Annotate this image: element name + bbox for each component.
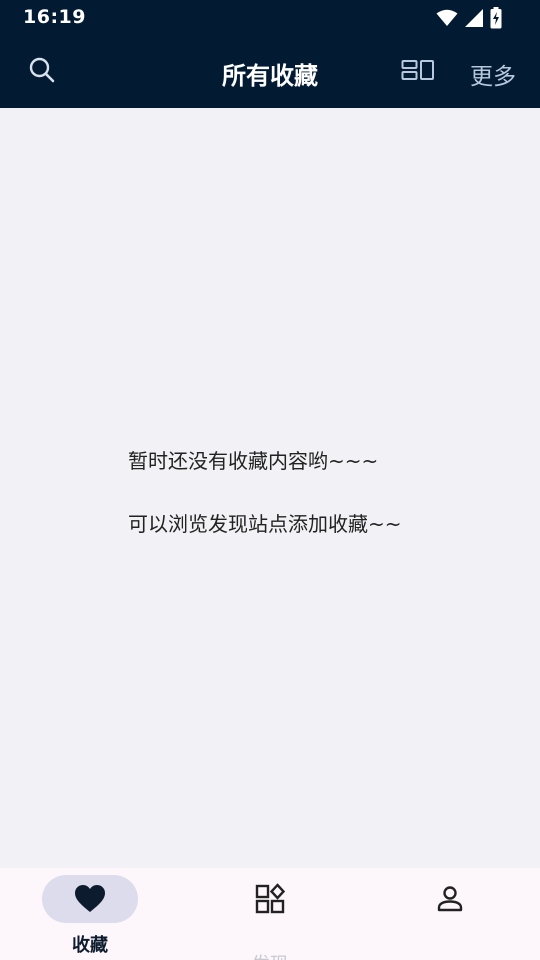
app-screen: 16:19 所有收藏 更多 暂时还没有收藏内容哟~~~ 可以浏览发现站点添加收藏… [0, 0, 540, 960]
nav-item-profile[interactable] [360, 868, 540, 960]
empty-message-line-1: 暂时还没有收藏内容哟~~~ [128, 449, 379, 473]
apps-icon [252, 881, 288, 917]
layout-toggle-icon [401, 59, 435, 85]
more-button[interactable]: 更多 [462, 57, 524, 90]
status-time: 16:19 [23, 6, 86, 28]
nav-label-favorites: 收藏 [72, 935, 108, 956]
cellular-signal-icon [464, 8, 484, 28]
battery-charging-icon [490, 7, 502, 29]
app-bar: 所有收藏 更多 [0, 40, 540, 104]
page-title: 所有收藏 [222, 62, 318, 90]
status-bar: 16:19 [0, 0, 540, 36]
empty-message-line-2: 可以浏览发现站点添加收藏~~ [128, 512, 402, 536]
favorites-content: 暂时还没有收藏内容哟~~~ 可以浏览发现站点添加收藏~~ [0, 108, 540, 868]
nav-item-discover[interactable]: 发现 [180, 868, 360, 960]
nav-label-discover: 发现 [180, 950, 360, 960]
bottom-navigation: 收藏 发现 [0, 868, 540, 960]
person-icon [432, 881, 468, 917]
search-icon [28, 56, 56, 88]
nav-item-favorites[interactable]: 收藏 [0, 868, 180, 960]
layout-toggle-button[interactable] [400, 59, 436, 85]
wifi-icon [436, 9, 458, 27]
search-button[interactable] [26, 56, 58, 88]
status-icons [436, 7, 502, 29]
heart-icon [72, 881, 108, 917]
header: 16:19 所有收藏 更多 [0, 0, 540, 108]
